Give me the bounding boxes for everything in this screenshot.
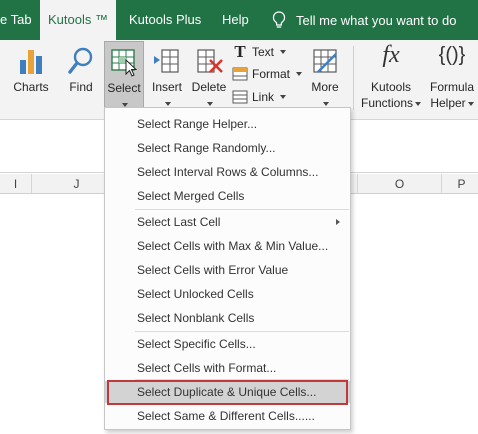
insert-label-text: Insert — [151, 80, 182, 94]
charts-button[interactable]: Charts — [6, 40, 56, 114]
menu-item-select-unlocked[interactable]: Select Unlocked Cells — [105, 283, 350, 305]
menu-item-select-max-min[interactable]: Select Cells with Max & Min Value... — [105, 235, 350, 257]
text-t-icon: T — [234, 42, 246, 61]
link-label: Link — [252, 90, 275, 104]
more-label: More — [305, 80, 345, 94]
insert-cells-icon — [154, 49, 179, 73]
fx-icon: fx — [382, 42, 400, 68]
text-label: Text — [252, 45, 275, 59]
select-label-text: Select — [107, 81, 141, 95]
menu-item-select-interval-rows-columns[interactable]: Select Interval Rows & Columns... — [105, 161, 350, 183]
submenu-arrow-icon — [336, 219, 340, 225]
format-button[interactable]: Format — [232, 64, 303, 84]
insert-button[interactable]: Insert — [147, 40, 187, 114]
menu-separator — [135, 209, 349, 210]
kutools-functions-label-2-text: Functions — [360, 96, 414, 110]
tab-help[interactable]: Help — [222, 0, 249, 40]
tell-me-label: Tell me what you want to do — [296, 12, 457, 28]
select-button[interactable]: Select — [104, 41, 144, 109]
select-label: Select — [105, 81, 143, 95]
delete-button[interactable]: Delete — [188, 40, 230, 114]
formula-helper-label-2: Helper — [424, 96, 478, 110]
formula-helper-button[interactable]: {()} Formula Helper — [424, 40, 478, 114]
magnifier-icon — [68, 47, 93, 74]
delete-cells-icon — [197, 49, 223, 73]
format-label: Format — [252, 67, 291, 81]
kutools-functions-label-2: Functions — [360, 96, 422, 110]
column-header-o[interactable]: O — [358, 174, 442, 194]
column-header-p[interactable]: P — [442, 174, 478, 194]
menu-item-select-last-cell[interactable]: Select Last Cell — [105, 211, 350, 233]
menu-item-select-error-value[interactable]: Select Cells with Error Value — [105, 259, 350, 281]
more-button[interactable]: More — [305, 40, 345, 114]
text-button[interactable]: T Text — [232, 42, 287, 62]
menu-separator — [135, 331, 349, 332]
menu-item-select-same-different[interactable]: Select Same & Different Cells...... — [105, 405, 350, 427]
menu-item-select-specific-cells[interactable]: Select Specific Cells... — [105, 333, 350, 355]
tab-kutools-plus[interactable]: Kutools Plus — [129, 0, 201, 40]
kutools-functions-button[interactable]: fx Kutools Functions — [360, 40, 422, 114]
braces-icon: {()} — [438, 44, 466, 66]
find-button[interactable]: Find — [60, 40, 102, 114]
ribbon-group-divider — [353, 46, 354, 110]
delete-label-text: Delete — [191, 80, 227, 94]
menu-item-select-range-randomly[interactable]: Select Range Randomly... — [105, 137, 350, 159]
menu-item-select-nonblank[interactable]: Select Nonblank Cells — [105, 307, 350, 329]
charts-label: Charts — [13, 80, 49, 94]
link-button[interactable]: Link — [232, 87, 287, 107]
kutools-functions-label-1: Kutools — [370, 80, 412, 94]
more-tools-icon — [313, 49, 337, 73]
format-icon — [232, 67, 248, 81]
link-icon — [232, 90, 248, 104]
highlight-annotation-box — [107, 380, 348, 405]
menu-item-select-range-helper[interactable]: Select Range Helper... — [105, 113, 350, 135]
insert-label: Insert — [147, 80, 187, 94]
more-label-text: More — [311, 80, 339, 94]
select-dropdown-menu: Select Range Helper... Select Range Rand… — [104, 107, 351, 430]
formula-helper-label-2-text: Helper — [430, 96, 466, 110]
lightbulb-icon — [272, 11, 286, 28]
menu-item-select-merged-cells[interactable]: Select Merged Cells — [105, 185, 350, 207]
select-cells-icon — [111, 49, 138, 77]
tab-kutools[interactable]: Kutools ™ — [40, 0, 116, 40]
menu-item-select-last-cell-label: Select Last Cell — [137, 215, 221, 229]
column-header-i[interactable]: I — [0, 174, 32, 194]
ribbon-tab-bar: e Tab Kutools ™ Kutools Plus Help Tell m… — [0, 0, 478, 40]
tab-partial[interactable]: e Tab — [0, 0, 32, 40]
find-label: Find — [69, 80, 93, 94]
bar-chart-icon — [20, 50, 42, 74]
delete-label: Delete — [188, 80, 230, 94]
tell-me-search[interactable]: Tell me what you want to do — [272, 0, 456, 40]
formula-helper-label-1: Formula — [429, 80, 474, 94]
menu-item-select-cells-with-format[interactable]: Select Cells with Format... — [105, 357, 350, 379]
